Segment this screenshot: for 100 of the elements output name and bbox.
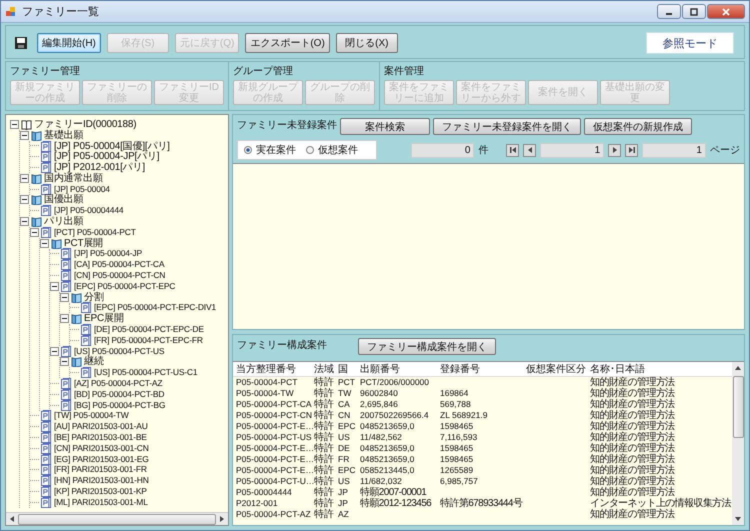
tree-item[interactable]: 継続 [84, 356, 104, 368]
horizontal-scrollbar[interactable] [6, 512, 228, 525]
tree-item[interactable]: [CN] P05-00004-PCT-CN [74, 270, 166, 282]
radio-option[interactable]: 実在案件 [244, 143, 296, 157]
collapse-toggle[interactable] [60, 357, 69, 366]
tree-item[interactable]: [JP] P05-00004-JP[パリ] [54, 151, 160, 162]
table-cell-text: P2012-001 [236, 498, 279, 509]
close-button[interactable] [707, 4, 745, 19]
next-page-button[interactable] [608, 144, 622, 156]
collapse-toggle[interactable] [50, 282, 59, 291]
panel-title: ファミリー未登録案件 [237, 118, 337, 132]
document-icon [61, 346, 72, 357]
tree-item[interactable]: [AZ] P05-00004-PCT-AZ [74, 378, 162, 390]
table-cell: P05-00004-PCT-E… [236, 421, 314, 432]
table-cell-text: 特許 [314, 476, 335, 487]
previous-page-button[interactable] [523, 144, 536, 156]
last-page-button[interactable] [625, 144, 638, 156]
table-cell-text: P05-00004-PCT [236, 377, 298, 388]
page-field[interactable]: 1 [540, 142, 604, 158]
table-cell-text: 0485213659,0 [360, 454, 416, 465]
collapse-toggle[interactable] [50, 346, 59, 356]
tree-item[interactable]: [US] P05-00004-PCT-US [74, 346, 164, 357]
collapse-toggle[interactable] [20, 174, 29, 183]
collapse-toggle[interactable] [20, 130, 29, 140]
collapse-toggle[interactable] [20, 195, 29, 204]
column-header[interactable]: 出願番号 [360, 364, 440, 374]
tree-item[interactable]: [TW] P05-00004-TW [54, 410, 129, 422]
collapse-toggle[interactable] [40, 238, 49, 248]
document-icon [41, 205, 52, 216]
tree-item[interactable]: [JP] P05-00004-JP [74, 248, 142, 260]
document-icon [41, 226, 52, 238]
tree-item[interactable]: ファミリーID(0000188) [34, 118, 136, 130]
first-page-button[interactable] [506, 144, 520, 156]
table-cell-text: 1598465 [440, 421, 474, 432]
tree-item[interactable]: [BD] P05-00004-PCT-BD [74, 388, 164, 400]
column-header[interactable]: 当方整理番号 [236, 364, 314, 374]
table-cell-text: 知的財産の管理方法 [590, 476, 676, 487]
tree-item[interactable]: [JP] P2012-001[パリ] [54, 162, 145, 174]
tree-item[interactable]: PCT展開 [64, 238, 104, 249]
tree-item[interactable]: [CN] PARI201503-001-CN [54, 442, 149, 454]
radio-option[interactable]: 仮想案件 [306, 143, 358, 157]
tree-item[interactable]: [JP] P05-00004 [54, 184, 110, 195]
tree-item[interactable]: [FR] PARI201503-001-FR [54, 464, 147, 476]
toolbar-button[interactable]: エクスポート(O) [245, 33, 330, 53]
document-icon [41, 140, 52, 152]
tree-item[interactable]: [AU] PARI201503-001-AU [54, 421, 148, 432]
tree-item[interactable]: 基礎出願 [44, 130, 84, 141]
save-icon[interactable] [14, 36, 28, 50]
book-icon [51, 238, 62, 249]
column-header[interactable]: 法域 [314, 364, 338, 374]
tree-item[interactable]: 国内通常出願 [44, 172, 103, 184]
column-header[interactable]: 国 [338, 364, 360, 374]
tree-item[interactable]: [US] P05-00004-PCT-US-C1 [94, 367, 198, 378]
tree-item[interactable]: [BE] PARI201503-001-BE [54, 432, 147, 444]
tree-item[interactable]: 国優出願 [44, 194, 84, 206]
panel-button[interactable]: 仮想案件の新規作成 [584, 118, 692, 135]
book-icon [71, 356, 82, 368]
scroll-down-icon[interactable] [734, 516, 742, 522]
table-cell-text: 特許 [314, 421, 335, 432]
tree-item[interactable]: [BG] P05-00004-PCT-BG [74, 400, 166, 411]
column-header[interactable]: 名称･日本語 [590, 364, 732, 374]
collapse-toggle[interactable] [10, 120, 19, 129]
tree-item[interactable]: [EPC] P05-00004-PCT-EPC-DIV1 [94, 302, 216, 314]
tree-item[interactable]: 分割 [84, 292, 104, 303]
vertical-scrollbar[interactable] [732, 362, 744, 525]
collapse-toggle[interactable] [30, 228, 39, 237]
tree-item[interactable]: [ML] PARI201503-001-ML [54, 496, 148, 508]
document-icon [61, 378, 72, 390]
document-icon [41, 442, 52, 454]
panel-button[interactable]: ファミリー未登録案件を開く [433, 118, 581, 135]
panel-button[interactable]: ファミリー構成案件を開く [358, 338, 496, 355]
tree-item[interactable]: [EG] PARI201503-001-EG [54, 454, 149, 465]
scroll-left-icon[interactable] [9, 515, 15, 523]
document-icon [61, 280, 72, 292]
tree-item[interactable]: [DE] P05-00004-PCT-EPC-DE [94, 324, 204, 336]
scroll-right-icon[interactable] [219, 515, 225, 523]
toolbar-button[interactable]: 閉じる(X) [336, 33, 398, 53]
scroll-up-icon[interactable] [734, 365, 742, 371]
minimize-button[interactable] [657, 4, 681, 19]
tree-item[interactable]: パリ出願 [44, 216, 84, 228]
table-cell-text: P05-00004-TW [236, 388, 295, 399]
maximize-button[interactable] [682, 4, 706, 19]
toolbar-button[interactable]: 編集開始(H) [37, 33, 101, 53]
tree-item[interactable]: [PCT] P05-00004-PCT [54, 226, 136, 238]
tree-item[interactable]: [JP] P05-00004[国優][パリ] [54, 140, 170, 152]
column-header[interactable]: 登録番号 [440, 364, 526, 374]
tree-item[interactable]: [CA] P05-00004-PCT-CA [74, 259, 164, 270]
book-icon [31, 130, 42, 141]
tree-item[interactable]: [KP] PARI201503-001-KP [54, 486, 147, 497]
tree-item[interactable]: [HN] PARI201503-001-HN [54, 475, 149, 486]
tree-item[interactable]: [EPC] P05-00004-PCT-EPC [74, 280, 176, 292]
collapse-toggle[interactable] [60, 314, 69, 324]
tree-item[interactable]: EPC展開 [84, 313, 124, 324]
panel-button[interactable]: 案件検索 [340, 118, 430, 135]
table-cell-text: 6,985,757 [440, 476, 479, 487]
tree-item[interactable]: [JP] P05-00004444 [54, 205, 124, 216]
column-header[interactable]: 仮想案件区分 [526, 364, 590, 374]
tree-item[interactable]: [FR] P05-00004-PCT-EPC-FR [94, 334, 203, 346]
collapse-toggle[interactable] [60, 292, 69, 302]
collapse-toggle[interactable] [20, 217, 29, 226]
